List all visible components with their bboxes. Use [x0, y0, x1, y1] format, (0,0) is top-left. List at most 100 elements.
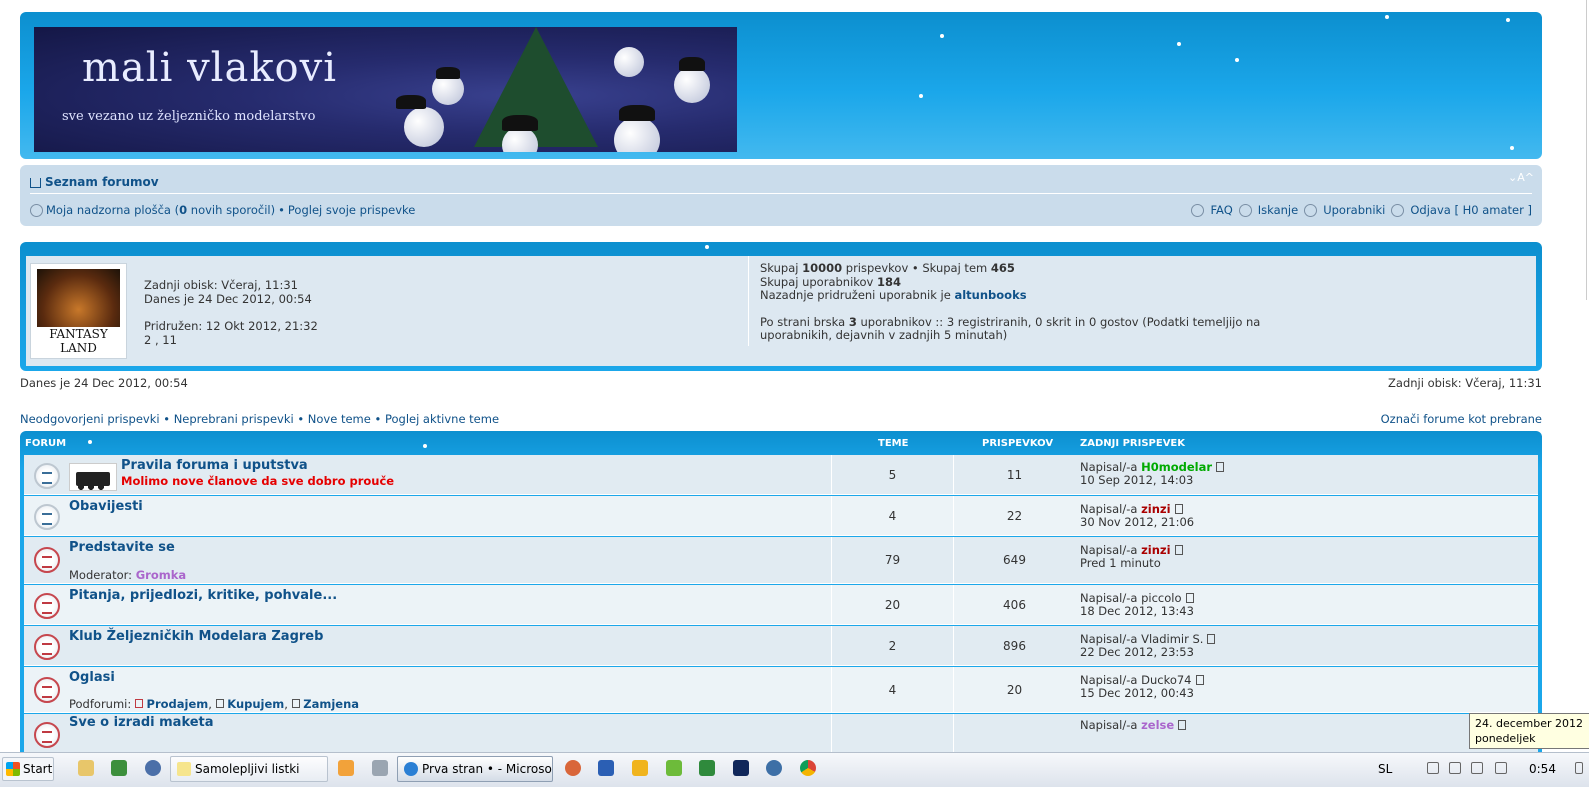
- view-latest-post-icon[interactable]: [1174, 504, 1183, 514]
- tray-icon[interactable]: [1449, 762, 1461, 774]
- search-link[interactable]: Iskanje: [1258, 203, 1298, 217]
- task-manager-icon[interactable]: [111, 760, 127, 776]
- new-topics-link[interactable]: Nove teme: [308, 412, 371, 426]
- forum-row[interactable]: Predstavite se Moderator: Gromka 79 649 …: [24, 537, 1538, 584]
- start-button[interactable]: Start: [2, 757, 54, 781]
- tray-icon[interactable]: [1471, 762, 1483, 774]
- subforum-link[interactable]: Zamjena: [303, 697, 359, 711]
- media-player-icon[interactable]: [338, 760, 354, 776]
- last-post-author-link[interactable]: Ducko74: [1141, 673, 1191, 687]
- forum-row[interactable]: Pravila foruma i uputstva Molimo nove čl…: [24, 455, 1538, 495]
- forum-title-link[interactable]: Pravila foruma i uputstva: [121, 458, 308, 473]
- taskbar-button-label: Samolepljivi listki: [195, 762, 300, 776]
- language-indicator[interactable]: SL: [1378, 762, 1392, 776]
- user-icon: [30, 203, 43, 217]
- outlook-icon[interactable]: [632, 760, 648, 776]
- last-post-author-link[interactable]: H0modelar: [1141, 460, 1212, 474]
- calculator-icon[interactable]: [372, 760, 388, 776]
- logout-icon: [1391, 203, 1405, 217]
- forum-row[interactable]: Pitanja, prijedlozi, kritike, pohvale...…: [24, 585, 1538, 625]
- tray-clock[interactable]: 0:54: [1529, 762, 1556, 776]
- posts-cell: [953, 714, 1075, 752]
- view-latest-post-icon[interactable]: [1174, 545, 1183, 555]
- view-latest-post-icon[interactable]: [1178, 720, 1187, 730]
- last-visit: Zadnji obisk: Včeraj, 11:31: [1388, 376, 1542, 390]
- avatar-caption-line: FANTASY: [49, 327, 108, 341]
- view-own-posts-link[interactable]: Poglej svoje prispevke: [288, 203, 415, 217]
- moderator-link[interactable]: Gromka: [136, 568, 186, 582]
- forum-row[interactable]: Sve o izradi maketa Napisal/-a zelse: [24, 714, 1538, 752]
- forum-index-link[interactable]: Seznam forumov: [45, 175, 159, 189]
- last-post-author-link[interactable]: zinzi: [1141, 543, 1170, 557]
- photoshop-icon[interactable]: [733, 760, 749, 776]
- posts-count: 11: [953, 455, 1075, 494]
- excel-icon[interactable]: [699, 760, 715, 776]
- avatar[interactable]: FANTASY LAND: [30, 263, 127, 359]
- last-post-date: 15 Dec 2012, 00:43: [1080, 686, 1194, 700]
- word-icon[interactable]: [598, 760, 614, 776]
- snowman-hat-image: [436, 67, 460, 79]
- subforum-link[interactable]: Kupujem: [227, 697, 284, 711]
- posts-count: 20: [953, 667, 1075, 712]
- column-header-forum: FORUM: [25, 438, 67, 449]
- show-hidden-icons-icon[interactable]: [1405, 762, 1417, 774]
- topics-count: 5: [831, 455, 953, 494]
- last-post-author-link[interactable]: Vladimir S.: [1141, 632, 1203, 646]
- snowflake: [1385, 15, 1389, 19]
- snowman-hat-image: [619, 105, 655, 121]
- view-latest-post-icon[interactable]: [1216, 462, 1225, 472]
- forum-title-link[interactable]: Oglasi: [69, 670, 115, 685]
- mark-forums-read-link[interactable]: Označi forume kot prebrane: [1381, 412, 1542, 426]
- topics-cell: [831, 714, 953, 752]
- user-control-panel-link[interactable]: Moja nadzorna plošča (0 novih sporočil): [46, 203, 275, 217]
- members-link[interactable]: Uporabniki: [1323, 203, 1385, 217]
- unanswered-posts-link[interactable]: Neodgovorjeni prispevki: [20, 412, 160, 426]
- unread-posts-link[interactable]: Neprebrani prispevki: [174, 412, 294, 426]
- app-icon[interactable]: [666, 760, 682, 776]
- explorer-icon[interactable]: [78, 760, 94, 776]
- logout-link[interactable]: Odjava [ H0 amater ]: [1410, 203, 1532, 217]
- site-banner[interactable]: mali vlakovi sve vezano uz željezničko m…: [34, 27, 737, 152]
- show-desktop-icon[interactable]: [1575, 762, 1583, 774]
- online-count: 3: [848, 314, 857, 329]
- forum-title-link[interactable]: Pitanja, prijedlozi, kritike, pohvale...: [69, 588, 337, 603]
- snowflake: [88, 440, 92, 444]
- last-post-author-link[interactable]: zelse: [1141, 718, 1174, 732]
- forum-row[interactable]: Obavijesti 4 22 Napisal/-a zinzi 30 Nov …: [24, 496, 1538, 536]
- faq-link[interactable]: FAQ: [1210, 203, 1232, 217]
- sticky-notes-icon: [177, 762, 191, 776]
- snowflake: [1177, 42, 1181, 46]
- last-post-author-link[interactable]: zinzi: [1141, 502, 1170, 516]
- subforum-link[interactable]: Prodajem: [147, 697, 209, 711]
- taskbar-button-sticky-notes[interactable]: Samolepljivi listki: [170, 756, 328, 782]
- subforum-icon: [134, 699, 143, 708]
- active-topics-link[interactable]: Poglej aktivne teme: [385, 412, 499, 426]
- forum-row[interactable]: Oglasi Podforumi: Prodajem, Kupujem, Zam…: [24, 667, 1538, 713]
- topics-count: 79: [831, 537, 953, 583]
- app-icon[interactable]: [565, 760, 581, 776]
- font-resize-control[interactable]: ⌄A^: [1508, 171, 1534, 184]
- forum-title-link[interactable]: Predstavite se: [69, 540, 175, 555]
- forum-title-link[interactable]: Obavijesti: [69, 499, 143, 514]
- volume-icon[interactable]: [1495, 762, 1507, 774]
- ucp-suffix: novih sporočil): [187, 203, 276, 217]
- page-scrollbar[interactable]: [1567, 0, 1589, 752]
- view-latest-post-icon[interactable]: [1195, 675, 1204, 685]
- chrome-icon[interactable]: [800, 760, 816, 776]
- browser-page: mali vlakovi sve vezano uz željezničko m…: [0, 0, 1589, 752]
- new-messages-count: 0: [179, 203, 188, 217]
- forum-row[interactable]: Klub Željezničkih Modelara Zagreb 2 896 …: [24, 626, 1538, 666]
- app-icon[interactable]: [766, 760, 782, 776]
- last-post-info: Napisal/-a Ducko74 15 Dec 2012, 00:43: [1080, 674, 1204, 700]
- newest-user-link[interactable]: altunbooks: [954, 288, 1026, 302]
- forum-title-link[interactable]: Sve o izradi maketa: [69, 715, 214, 730]
- view-latest-post-icon[interactable]: [1207, 634, 1216, 644]
- app-icon[interactable]: [145, 760, 161, 776]
- view-latest-post-icon[interactable]: [1185, 593, 1194, 603]
- last-post-author-link[interactable]: piccolo: [1141, 591, 1181, 605]
- forum-title-link[interactable]: Klub Željezničkih Modelara Zagreb: [69, 629, 323, 644]
- breadcrumb[interactable]: Seznam forumov: [30, 175, 159, 189]
- flag-icon[interactable]: [1427, 762, 1439, 774]
- user-stats-panel: FANTASY LAND Zadnji obisk: Včeraj, 11:31…: [20, 242, 1542, 371]
- taskbar-button-browser[interactable]: Prva stran • - Microso...: [397, 756, 553, 782]
